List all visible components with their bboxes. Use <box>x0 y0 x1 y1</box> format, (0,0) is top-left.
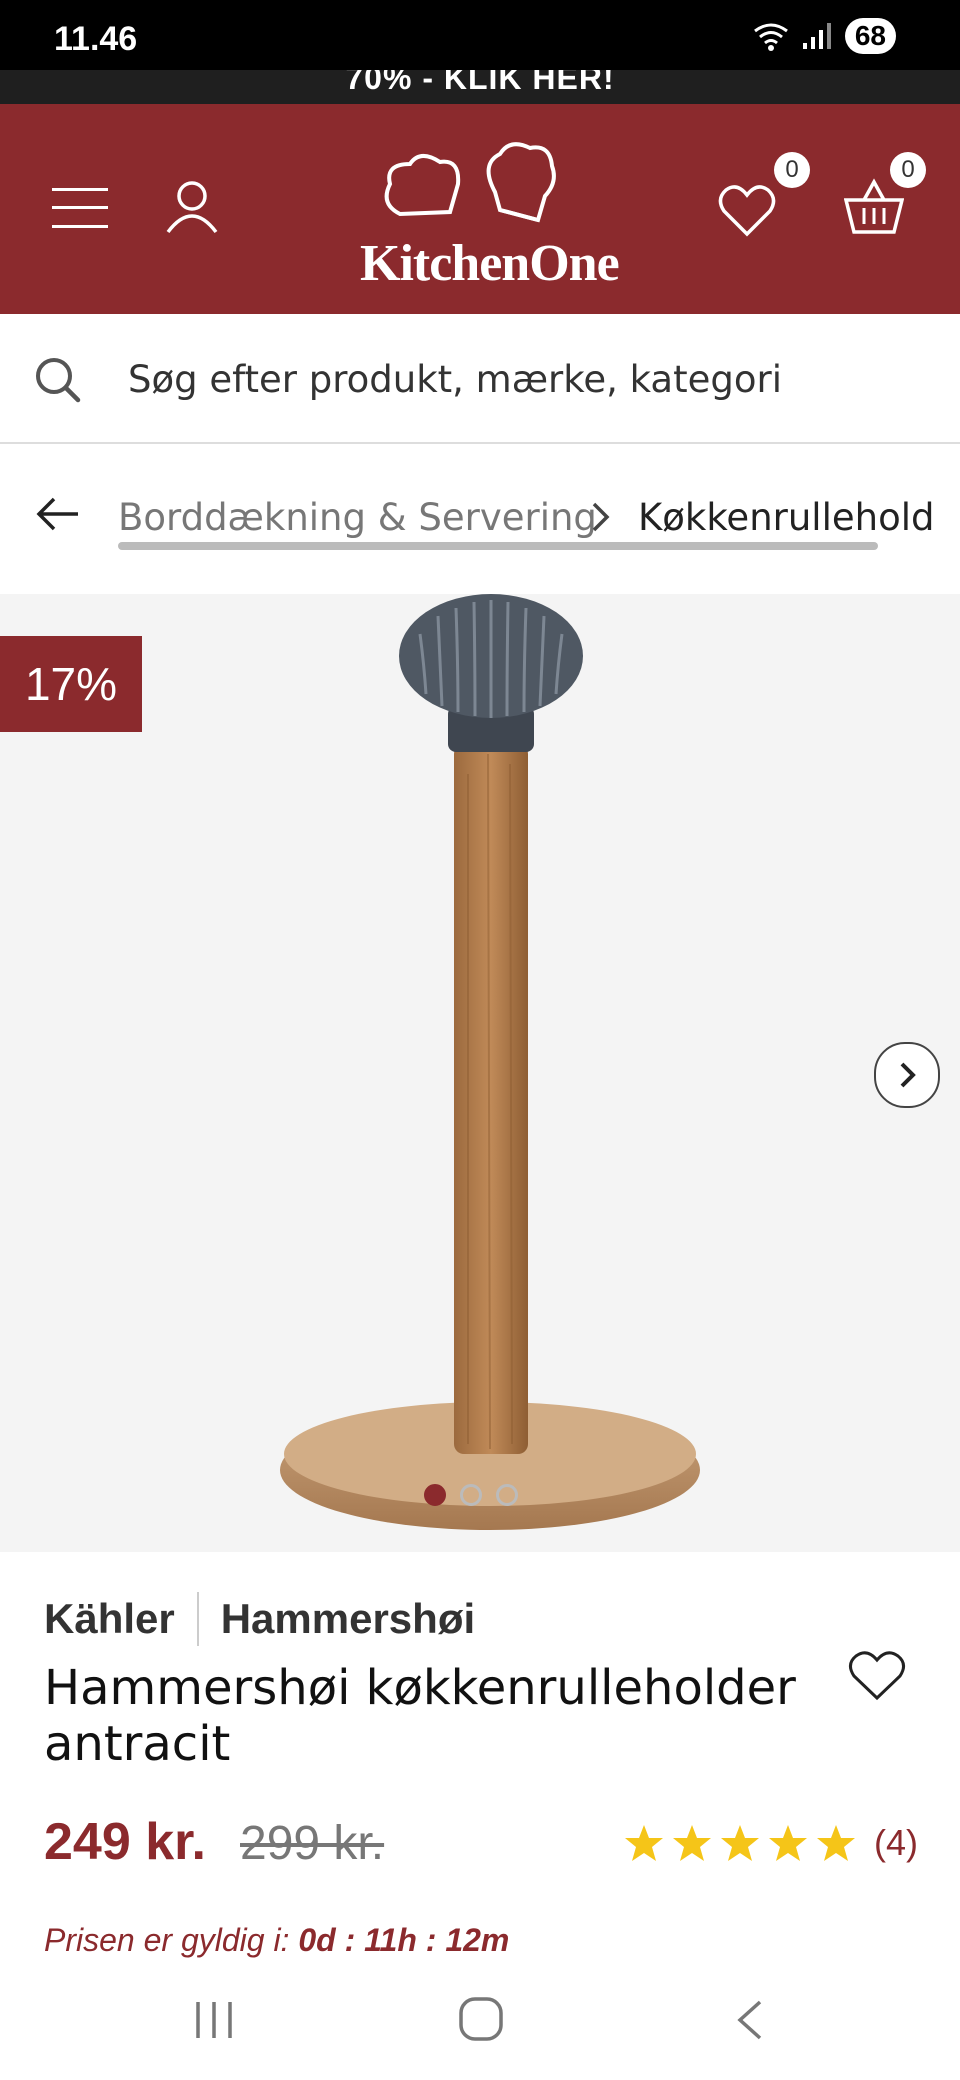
gallery-pagination <box>424 1484 518 1506</box>
wifi-icon <box>753 23 788 51</box>
back-icon[interactable] <box>734 1998 766 2042</box>
menu-icon[interactable] <box>52 186 108 230</box>
product-price: 249 kr. <box>44 1813 206 1871</box>
status-bar: 11.46 68 <box>0 0 960 70</box>
signal-icon <box>802 23 831 49</box>
heart-icon[interactable] <box>848 1650 906 1702</box>
basket-icon[interactable] <box>844 178 904 236</box>
recent-apps-icon[interactable] <box>192 1998 236 2042</box>
star-icon <box>673 1825 711 1861</box>
discount-badge: 17% <box>0 636 142 732</box>
system-nav-bar <box>0 1958 960 2080</box>
pagination-dot[interactable] <box>496 1484 518 1506</box>
home-icon[interactable] <box>458 1996 504 2042</box>
heart-icon[interactable] <box>718 184 776 238</box>
validity-label: Prisen er gyldig i: <box>44 1922 290 1958</box>
breadcrumb-scrollbar[interactable] <box>118 542 878 550</box>
star-icon <box>625 1825 663 1861</box>
old-price: 299 kr. <box>240 1817 385 1870</box>
breadcrumb-item-category[interactable]: Borddækning & Servering <box>118 496 597 539</box>
brand-separator <box>196 1592 199 1646</box>
star-icon <box>817 1825 855 1861</box>
price-validity: Prisen er gyldig i: 0d : 11h : 12m <box>44 1922 509 1959</box>
status-time: 11.46 <box>54 20 138 58</box>
review-count: (4) <box>874 1822 918 1863</box>
wishlist-count-badge: 0 <box>774 152 810 188</box>
search-input[interactable]: Søg efter produkt, mærke, kategori <box>128 358 782 401</box>
promo-text: 70% - KLIK HER! <box>345 70 615 96</box>
battery-indicator: 68 <box>844 18 896 54</box>
chevron-right-icon <box>592 502 610 532</box>
account-icon[interactable] <box>164 178 220 234</box>
back-arrow-icon[interactable] <box>36 496 80 532</box>
search-bar[interactable]: Søg efter produkt, mærke, kategori <box>0 314 960 444</box>
brand-link[interactable]: Kähler <box>44 1595 175 1643</box>
product-image <box>280 594 700 1530</box>
star-icon <box>769 1825 807 1861</box>
chevron-right-icon <box>900 1062 916 1088</box>
series-link[interactable]: Hammershøi <box>221 1595 475 1643</box>
breadcrumb-item-current[interactable]: Køkkenrullehold <box>638 496 935 539</box>
promo-banner[interactable]: 70% - KLIK HER! <box>0 70 960 104</box>
product-title: Hammershøi køkkenrulleholder antracit <box>44 1660 796 1772</box>
cart-count-badge: 0 <box>890 152 926 188</box>
next-image-button[interactable] <box>874 1042 940 1108</box>
status-icons: 68 <box>751 18 896 54</box>
brand-name: KitchenOne <box>360 235 620 292</box>
rating[interactable]: (4) <box>624 1822 918 1864</box>
product-gallery[interactable]: 17% <box>0 594 960 1552</box>
site-header: KitchenOne 0 0 <box>0 104 960 314</box>
chef-hat-icon <box>384 142 556 223</box>
pagination-dot[interactable] <box>424 1484 446 1506</box>
pagination-dot[interactable] <box>460 1484 482 1506</box>
search-icon <box>36 358 81 403</box>
validity-countdown: 0d : 11h : 12m <box>298 1922 510 1958</box>
breadcrumb: Borddækning & Servering Køkkenrullehold <box>0 444 960 594</box>
brand-row: Kähler Hammershøi <box>44 1592 475 1646</box>
kitchenone-logo[interactable]: KitchenOne <box>360 134 620 294</box>
star-icon <box>721 1825 759 1861</box>
